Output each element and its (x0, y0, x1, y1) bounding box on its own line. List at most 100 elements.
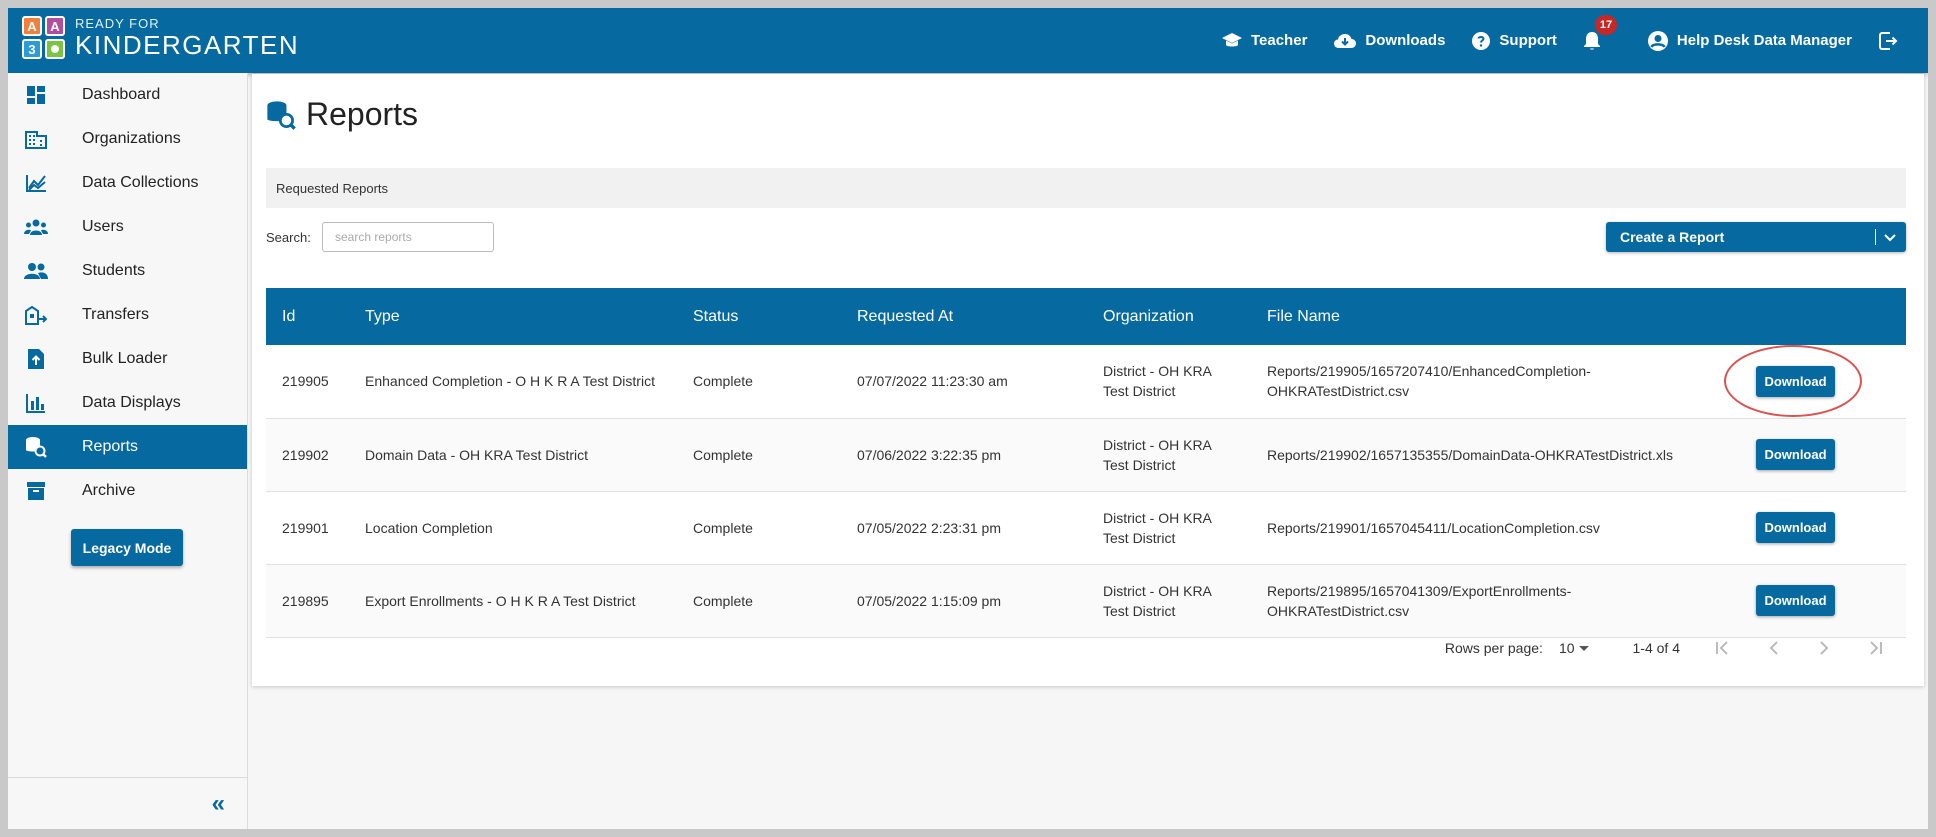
bar-chart-icon (24, 391, 48, 415)
download-button-wrap: Download (1724, 344, 1862, 417)
cell-organization: District - OH KRA Test District (1087, 418, 1251, 491)
sidebar-item-dashboard[interactable]: Dashboard (8, 73, 247, 117)
nav-support[interactable]: Support (1471, 31, 1557, 51)
sidebar-item-students[interactable]: Students (8, 249, 247, 293)
column-header-type[interactable]: Type (349, 288, 677, 345)
table-row: 219905 Enhanced Completion - O H K R A T… (266, 344, 1906, 418)
nav-teacher[interactable]: Teacher (1221, 32, 1307, 50)
cell-organization: District - OH KRA Test District (1087, 491, 1251, 564)
download-button[interactable]: Download (1756, 512, 1835, 543)
account-circle-icon (1647, 30, 1668, 51)
nav-user-menu[interactable]: Help Desk Data Manager (1647, 30, 1852, 52)
sidebar-item-data-collections[interactable]: Data Collections (8, 161, 247, 205)
cell-file-name: Reports/219902/1657135355/DomainData-OHK… (1251, 418, 1731, 491)
cell-id: 219895 (282, 592, 329, 609)
notifications-button[interactable]: 17 (1583, 14, 1618, 51)
logo-text: READY FOR KINDERGARTEN (75, 17, 299, 58)
next-page-icon[interactable] (1816, 640, 1832, 656)
sidebar-item-label: Archive (82, 482, 136, 499)
requested-reports-bar: Requested Reports (266, 168, 1906, 208)
help-circle-icon (1472, 31, 1491, 50)
column-header-id[interactable]: Id (266, 288, 349, 345)
sidebar-item-reports[interactable]: Reports (8, 425, 247, 469)
pagination-range: 1-4 of 4 (1632, 640, 1680, 656)
sidebar-item-bulk-loader[interactable]: Bulk Loader (8, 337, 247, 381)
requested-reports-label: Requested Reports (276, 180, 389, 196)
page-title: Reports (266, 96, 418, 133)
dashboard-icon (24, 83, 48, 107)
organization-line-2: Test District (1103, 456, 1176, 473)
table-row: 219901 Location Completion Complete 07/0… (266, 491, 1906, 564)
cell-type: Enhanced Completion - O H K R A Test Dis… (365, 373, 655, 390)
column-header-requested-at[interactable]: Requested At (841, 288, 1087, 345)
cell-action: Download (1731, 418, 1906, 491)
cell-file-name: Reports/219905/1657207410/EnhancedComple… (1251, 345, 1731, 418)
logo-big-text: KINDERGARTEN (75, 30, 300, 60)
reports-card: Reports Requested Reports Search: Create… (252, 74, 1924, 686)
column-header-file-name[interactable]: File Name (1251, 288, 1731, 345)
column-header-status[interactable]: Status (677, 288, 841, 345)
students-icon (24, 259, 48, 283)
cloud-download-icon (1334, 33, 1357, 48)
cell-action: Download (1731, 564, 1906, 637)
nav-downloads-label: Downloads (1365, 32, 1446, 49)
first-page-icon[interactable] (1714, 640, 1732, 656)
table-row: 219902 Domain Data - OH KRA Test Distric… (266, 418, 1906, 491)
logo-tile-a-purple: A (45, 16, 65, 36)
create-report-button[interactable]: Create a Report (1606, 222, 1906, 252)
sidebar-item-organizations[interactable]: Organizations (8, 117, 247, 161)
logo-small-text: READY FOR (75, 16, 160, 31)
app-logo[interactable]: A A 3 READY FOR KINDERGARTEN (22, 16, 299, 59)
file-name-line-1: Reports/219902/1657135355/DomainData-OHK… (1267, 446, 1673, 463)
search-label: Search: (266, 230, 311, 245)
sidebar-item-archive[interactable]: Archive (8, 469, 247, 513)
create-report-separator (1875, 229, 1876, 245)
users-icon (24, 215, 48, 239)
upload-file-icon (24, 347, 48, 371)
sidebar-item-data-displays[interactable]: Data Displays (8, 381, 247, 425)
highlight-circle (1724, 344, 1862, 417)
organization-line-2: Test District (1103, 602, 1176, 619)
cell-status: Complete (693, 519, 753, 536)
sidebar-item-label: Data Collections (82, 174, 199, 191)
nav-teacher-label: Teacher (1250, 32, 1308, 49)
organization-line-1: District - OH KRA (1103, 363, 1212, 380)
cell-id: 219901 (282, 519, 329, 536)
search-input[interactable] (322, 222, 494, 252)
cell-id: 219905 (282, 373, 329, 390)
rows-per-page-select[interactable]: 10 (1559, 640, 1593, 656)
nav-user-label: Help Desk Data Manager (1676, 32, 1852, 49)
table-row: 219895 Export Enrollments - O H K R A Te… (266, 564, 1906, 637)
sidebar-item-label: Students (82, 262, 146, 279)
sidebar: Dashboard Organizations Data Collections… (8, 73, 248, 829)
sidebar-item-label: Dashboard (82, 86, 161, 103)
column-header-organization[interactable]: Organization (1087, 288, 1251, 345)
sidebar-item-transfers[interactable]: Transfers (8, 293, 247, 337)
sidebar-item-label: Data Displays (82, 394, 181, 411)
cell-requested-at: 07/05/2022 2:23:31 pm (857, 519, 1002, 536)
graduation-cap-icon (1221, 32, 1242, 46)
chevron-down-icon[interactable] (1882, 229, 1898, 248)
top-bar: A A 3 READY FOR KINDERGARTEN Teacher Dow… (8, 8, 1928, 73)
transfer-icon (24, 303, 48, 327)
cell-action: Download (1724, 344, 1906, 418)
download-button[interactable]: Download (1756, 439, 1835, 470)
archive-icon (24, 479, 48, 503)
sidebar-item-label: Reports (82, 438, 139, 455)
download-button[interactable]: Download (1756, 585, 1835, 616)
cell-type: Domain Data - OH KRA Test District (365, 446, 589, 463)
legacy-mode-button[interactable]: Legacy Mode (71, 529, 183, 566)
nav-downloads[interactable]: Downloads (1333, 32, 1445, 50)
organization-line-2: Test District (1103, 383, 1176, 400)
previous-page-icon[interactable] (1766, 640, 1782, 656)
file-name-line-2: OHKRATestDistrict.csv (1267, 602, 1410, 619)
cell-requested-at: 07/06/2022 3:22:35 pm (857, 446, 1002, 463)
reports-title-icon (267, 100, 296, 130)
sidebar-item-users[interactable]: Users (8, 205, 247, 249)
app-frame: A A 3 READY FOR KINDERGARTEN Teacher Dow… (8, 8, 1928, 829)
cell-requested-at: 07/05/2022 1:15:09 pm (857, 592, 1002, 609)
logo-tile-3: 3 (22, 39, 42, 59)
last-page-icon[interactable] (1866, 640, 1884, 656)
collapse-sidebar-icon[interactable]: « (212, 790, 225, 818)
logout-button[interactable] (1878, 31, 1906, 51)
